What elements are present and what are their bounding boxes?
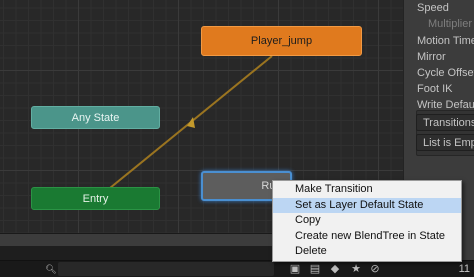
layers-icon[interactable]: ▣ bbox=[288, 262, 302, 276]
hidden-count: 11 bbox=[458, 263, 470, 275]
search-icon: 🔍︎ bbox=[45, 264, 57, 274]
foot-ik-label: Foot IK bbox=[417, 83, 453, 95]
lock-icon[interactable]: ▤ bbox=[308, 262, 322, 276]
menu-item-set-default-state[interactable]: Set as Layer Default State bbox=[273, 197, 461, 214]
state-entry[interactable]: Entry bbox=[31, 187, 160, 210]
list-empty-text: List is Empty bbox=[416, 134, 474, 151]
state-label: Entry bbox=[82, 192, 109, 205]
menu-item-create-blendtree[interactable]: Create new BlendTree in State bbox=[273, 229, 461, 245]
context-menu: Make Transition Set as Layer Default Sta… bbox=[272, 180, 462, 262]
status-bar: 🔍︎ ▣ ▤ ◆ ★ ⊘ 11 bbox=[0, 260, 474, 277]
menu-item-delete[interactable]: Delete bbox=[273, 244, 461, 260]
search-input[interactable] bbox=[58, 262, 274, 276]
transitions-header[interactable]: Transitions bbox=[416, 114, 474, 131]
state-any-state[interactable]: Any State bbox=[31, 106, 160, 129]
menu-item-copy[interactable]: Copy bbox=[273, 213, 461, 229]
tag-icon[interactable]: ◆ bbox=[328, 262, 342, 276]
state-label: Any State bbox=[71, 111, 120, 124]
state-player-jump[interactable]: Player_jump bbox=[201, 26, 362, 56]
state-label: Player_jump bbox=[250, 35, 313, 47]
multiplier-label: Multiplier bbox=[428, 18, 473, 30]
motion-time-label: Motion Time bbox=[417, 35, 474, 47]
menu-item-make-transition[interactable]: Make Transition bbox=[273, 182, 461, 198]
eye-off-icon[interactable]: ⊘ bbox=[368, 262, 382, 276]
speed-label: Speed bbox=[417, 2, 449, 14]
mirror-label: Mirror bbox=[417, 51, 446, 63]
cycle-offset-label: Cycle Offset bbox=[417, 67, 474, 79]
star-icon[interactable]: ★ bbox=[349, 262, 363, 276]
